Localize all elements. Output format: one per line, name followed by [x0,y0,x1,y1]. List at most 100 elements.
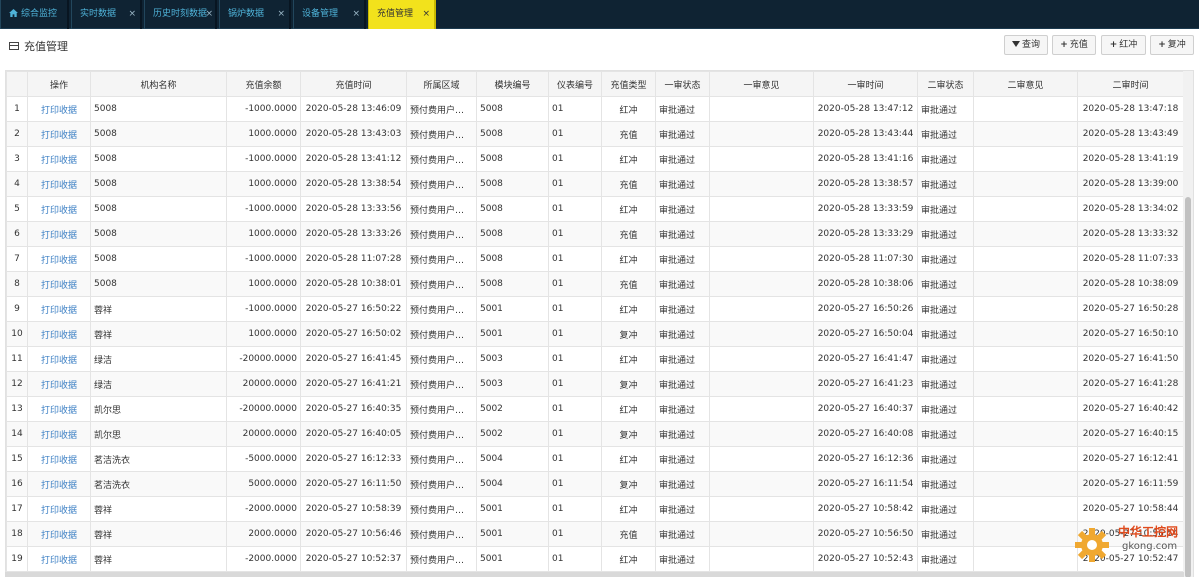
table-cell: 5008 [90,121,227,147]
table-row[interactable]: 19 打印收据 蓉祥 -2000.0000 2020-05-27 10:52:37 预付费… [6,546,1184,572]
table-row[interactable]: 13 打印收据 凯尔思 -20000.0000 2020-05-27 16:40:35 预… [6,396,1184,422]
table-row[interactable]: 2 打印收据 5008 1000.0000 2020-05-28 13:43:03 预付费… [6,121,1184,147]
table-cell: 01 [548,96,602,122]
table-cell: 8 [6,271,28,297]
print-receipt-link[interactable]: 打印收据 [27,396,91,422]
print-receipt-link[interactable]: 打印收据 [27,146,91,172]
table-row[interactable]: 6 打印收据 5008 1000.0000 2020-05-28 13:33:26 预付费… [6,221,1184,247]
print-receipt-link[interactable]: 打印收据 [27,171,91,197]
table-cell [709,146,814,172]
column-header[interactable]: 一审时间 [813,71,918,97]
print-receipt-link[interactable]: 打印收据 [27,271,91,297]
tab-overview[interactable]: 综合监控 [0,0,69,29]
column-header[interactable]: 充值余额 [226,71,301,97]
column-header[interactable]: 充值类型 [601,71,656,97]
table-cell: 2020-05-28 13:33:56 [300,196,407,222]
table-row[interactable]: 5 打印收据 5008 -1000.0000 2020-05-28 13:33:56 预付… [6,196,1184,222]
print-receipt-link[interactable]: 打印收据 [27,521,91,547]
table-row[interactable]: 18 打印收据 蓉祥 2000.0000 2020-05-27 10:56:46 预付费用… [6,521,1184,547]
table-row[interactable]: 15 打印收据 茗洁洗衣 -5000.0000 2020-05-27 16:12:33 预… [6,446,1184,472]
tab-realtime-data[interactable]: 实时数据 × [71,0,142,29]
tab-recharge-management[interactable]: 充值管理 × [368,0,436,29]
table-cell: 2020-05-27 16:41:23 [813,371,918,397]
table-cell: 预付费用户… [406,96,477,122]
table-row[interactable]: 9 打印收据 蓉祥 -1000.0000 2020-05-27 16:50:22 预付费用… [6,296,1184,322]
column-header[interactable]: 机构名称 [90,71,227,97]
print-receipt-link[interactable]: 打印收据 [27,346,91,372]
column-header[interactable]: 二审时间 [1077,71,1184,97]
table-row[interactable]: 12 打印收据 绿洁 20000.0000 2020-05-27 16:41:21 预付费… [6,371,1184,397]
table-row[interactable]: 1 打印收据 5008 -1000.0000 2020-05-28 13:46:09 预付… [6,96,1184,122]
print-receipt-link[interactable]: 打印收据 [27,96,91,122]
table-cell: 红冲 [601,346,656,372]
table-cell: 预付费用户… [406,471,477,497]
tab-label: 历史时刻数据 [153,9,208,19]
column-header[interactable]: 一审意见 [709,71,814,97]
tab-boiler-data[interactable]: 锅炉数据 × [219,0,291,29]
column-header[interactable]: 一审状态 [655,71,710,97]
gear-icon [1075,528,1109,562]
column-header[interactable]: 二审状态 [917,71,974,97]
close-icon[interactable]: × [422,0,430,29]
column-header[interactable]: 模块编号 [476,71,549,97]
query-button[interactable]: 查询 [1004,35,1048,55]
table-cell [973,221,1078,247]
recharge-button[interactable]: + 充值 [1052,35,1096,55]
table-cell: 预付费用户… [406,171,477,197]
table-cell: 2020-05-28 13:33:26 [300,221,407,247]
close-icon[interactable]: × [277,0,285,29]
print-receipt-link[interactable]: 打印收据 [27,446,91,472]
column-header[interactable]: 充值时间 [300,71,407,97]
table-row[interactable]: 4 打印收据 5008 1000.0000 2020-05-28 13:38:54 预付费… [6,171,1184,197]
table-cell: 红冲 [601,446,656,472]
print-receipt-link[interactable]: 打印收据 [27,321,91,347]
table-row[interactable]: 10 打印收据 蓉祥 1000.0000 2020-05-27 16:50:02 预付费用… [6,321,1184,347]
scrollbar-thumb[interactable] [1185,197,1191,577]
column-header[interactable]: 操作 [27,71,91,97]
print-receipt-link[interactable]: 打印收据 [27,546,91,572]
red-reversal-button[interactable]: + 红冲 [1101,35,1146,55]
table-cell: 5008 [476,146,549,172]
print-receipt-link[interactable]: 打印收据 [27,221,91,247]
column-header[interactable]: 二审意见 [973,71,1078,97]
close-icon[interactable]: × [352,0,360,29]
table-cell: 1000.0000 [226,221,301,247]
table-cell: 5003 [476,371,549,397]
table-row[interactable]: 8 打印收据 5008 1000.0000 2020-05-28 10:38:01 预付费… [6,271,1184,297]
print-receipt-link[interactable]: 打印收据 [27,496,91,522]
print-receipt-link[interactable]: 打印收据 [27,421,91,447]
tab-label: 设备管理 [302,9,339,19]
table-cell: 审批通过 [917,446,974,472]
counter-reversal-button[interactable]: + 复冲 [1150,35,1194,55]
tab-device-management[interactable]: 设备管理 × [293,0,366,29]
vertical-scrollbar[interactable] [1183,71,1193,577]
table-cell: -1000.0000 [226,296,301,322]
table-cell: 5008 [90,271,227,297]
table-row[interactable]: 3 打印收据 5008 -1000.0000 2020-05-28 13:41:12 预付… [6,146,1184,172]
print-receipt-link[interactable]: 打印收据 [27,371,91,397]
print-receipt-link[interactable]: 打印收据 [27,296,91,322]
table-row[interactable]: 16 打印收据 茗洁洗衣 5000.0000 2020-05-27 16:11:50 预付… [6,471,1184,497]
close-icon[interactable]: × [205,0,213,29]
column-header[interactable] [6,71,28,97]
column-header[interactable]: 所属区域 [406,71,477,97]
close-icon[interactable]: × [128,0,136,29]
table-row[interactable]: 14 打印收据 凯尔思 20000.0000 2020-05-27 16:40:05 预付… [6,421,1184,447]
table-row[interactable]: 17 打印收据 蓉祥 -2000.0000 2020-05-27 10:58:39 预付费… [6,496,1184,522]
print-receipt-link[interactable]: 打印收据 [27,196,91,222]
table-cell: 审批通过 [655,421,710,447]
print-receipt-link[interactable]: 打印收据 [27,121,91,147]
table-cell: 绿洁 [90,346,227,372]
table-cell: 审批通过 [655,396,710,422]
table-cell: 蓉祥 [90,496,227,522]
print-receipt-link[interactable]: 打印收据 [27,246,91,272]
print-receipt-link[interactable]: 打印收据 [27,471,91,497]
table-row[interactable]: 7 打印收据 5008 -1000.0000 2020-05-28 11:07:28 预付… [6,246,1184,272]
tab-history-data[interactable]: 历史时刻数据 × [144,0,217,29]
table-cell: 预付费用户… [406,396,477,422]
table-cell: 预付费用户… [406,221,477,247]
table-cell: 审批通过 [655,196,710,222]
table-row[interactable]: 11 打印收据 绿洁 -20000.0000 2020-05-27 16:41:45 预付… [6,346,1184,372]
horizontal-scrollbar[interactable] [5,572,1184,577]
column-header[interactable]: 仪表编号 [548,71,602,97]
